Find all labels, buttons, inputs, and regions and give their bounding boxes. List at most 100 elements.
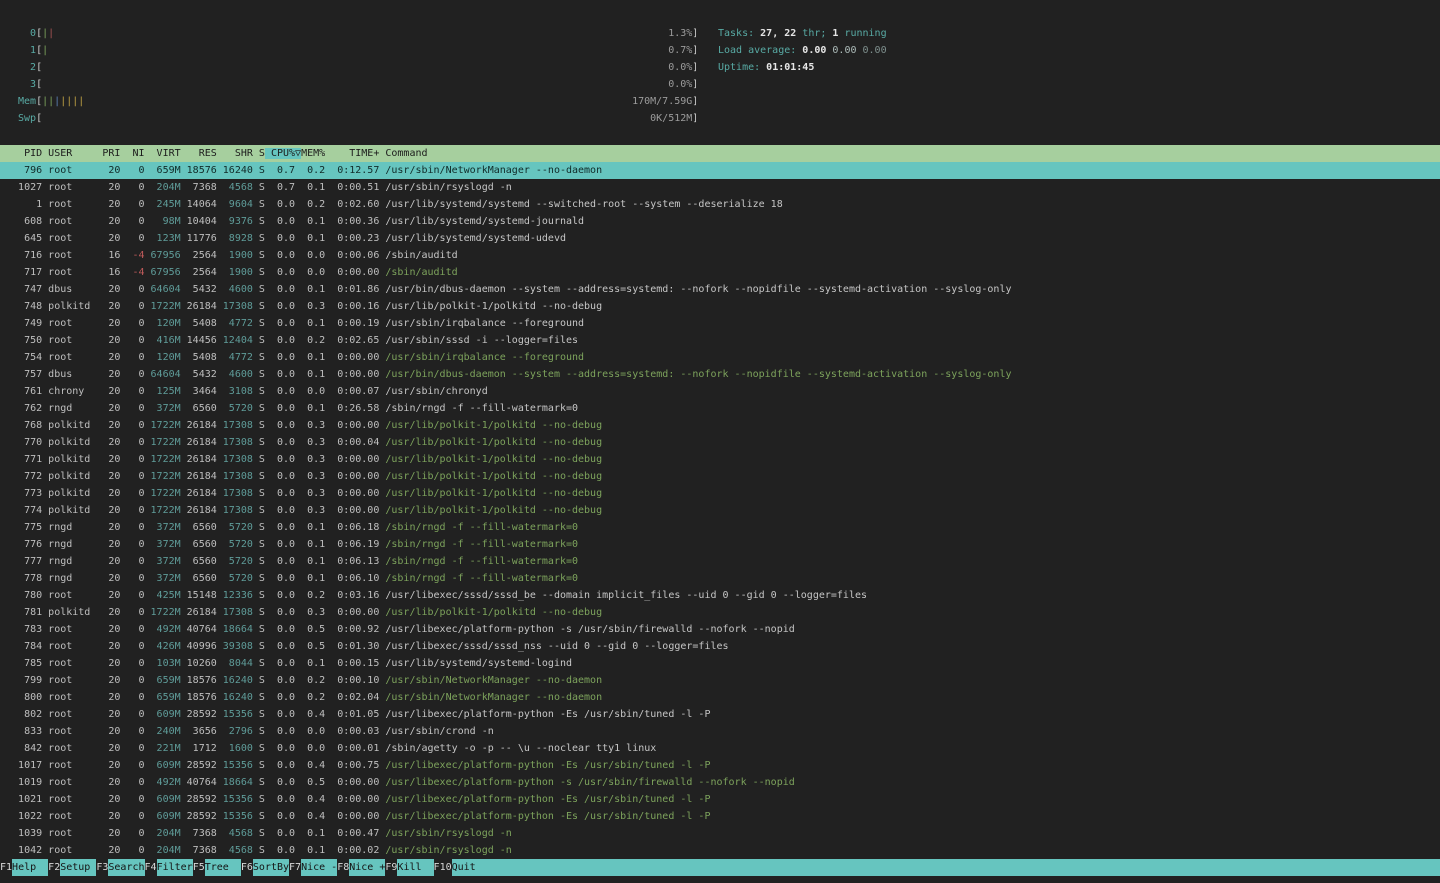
cell-user: root xyxy=(48,352,102,363)
process-row-1017[interactable]: 1017 root 20 0 609M 28592 15356 S 0.0 0.… xyxy=(0,757,1440,774)
process-row-645[interactable]: 645 root 20 0 123M 11776 8928 S 0.0 0.1 … xyxy=(0,230,1440,247)
process-row-754[interactable]: 754 root 20 0 120M 5408 4772 S 0.0 0.1 0… xyxy=(0,349,1440,366)
cell-user: root xyxy=(48,182,102,193)
process-row-1019[interactable]: 1019 root 20 0 492M 40764 18664 S 0.0 0.… xyxy=(0,774,1440,791)
cell-time: 0:00.51 xyxy=(325,182,379,193)
fnkey-f2-setup[interactable]: F2Setup xyxy=(48,859,96,876)
process-row-716[interactable]: 716 root 16 -4 67956 2564 1900 S 0.0 0.0… xyxy=(0,247,1440,264)
process-row-748[interactable]: 748 polkitd 20 0 1722M 26184 17308 S 0.0… xyxy=(0,298,1440,315)
cell-time: 0:00.03 xyxy=(325,726,379,737)
process-row-777[interactable]: 777 rngd 20 0 372M 6560 5720 S 0.0 0.1 0… xyxy=(0,553,1440,570)
process-row-1[interactable]: 1 root 20 0 245M 14064 9604 S 0.0 0.2 0:… xyxy=(0,196,1440,213)
process-row-608[interactable]: 608 root 20 0 98M 10404 9376 S 0.0 0.1 0… xyxy=(0,213,1440,230)
cell-time: 0:00.92 xyxy=(325,624,379,635)
process-row-1022[interactable]: 1022 root 20 0 609M 28592 15356 S 0.0 0.… xyxy=(0,808,1440,825)
process-row-771[interactable]: 771 polkitd 20 0 1722M 26184 17308 S 0.0… xyxy=(0,451,1440,468)
cell-cpu: 0.0 xyxy=(265,471,295,482)
cell-pid: 800 xyxy=(0,692,48,703)
process-row-717[interactable]: 717 root 16 -4 67956 2564 1900 S 0.0 0.0… xyxy=(0,264,1440,281)
fnkey-f4-filter[interactable]: F4Filter xyxy=(145,859,193,876)
cell-virt: 64604 xyxy=(145,369,181,380)
fnkey-f5-tree[interactable]: F5Tree xyxy=(193,859,241,876)
cell-shr: 39308 xyxy=(217,641,253,652)
cell-mem: 0.3 xyxy=(295,454,325,465)
cell-time: 0:00.15 xyxy=(325,658,379,669)
process-row-773[interactable]: 773 polkitd 20 0 1722M 26184 17308 S 0.0… xyxy=(0,485,1440,502)
column-header-pri[interactable]: PRI xyxy=(102,148,120,159)
process-row-747[interactable]: 747 dbus 20 0 64604 5432 4600 S 0.0 0.1 … xyxy=(0,281,1440,298)
cell-ni: 0 xyxy=(120,539,144,550)
cell-state: S xyxy=(253,794,265,805)
process-row-1021[interactable]: 1021 root 20 0 609M 28592 15356 S 0.0 0.… xyxy=(0,791,1440,808)
cell-time: 0:00.19 xyxy=(325,318,379,329)
column-header-mem[interactable]: MEM% xyxy=(301,148,325,159)
cpu-meter-2: 2[0.0%] xyxy=(18,59,698,76)
cell-user: root xyxy=(48,828,102,839)
column-header-shr[interactable]: SHR xyxy=(217,148,253,159)
process-row-783[interactable]: 783 root 20 0 492M 40764 18664 S 0.0 0.5… xyxy=(0,621,1440,638)
column-header-pid[interactable]: PID xyxy=(0,148,48,159)
process-row-778[interactable]: 778 rngd 20 0 372M 6560 5720 S 0.0 0.1 0… xyxy=(0,570,1440,587)
cell-cpu: 0.0 xyxy=(265,641,295,652)
cell-pid: 1 xyxy=(0,199,48,210)
fnkey-f3-search[interactable]: F3Search xyxy=(96,859,144,876)
process-row-833[interactable]: 833 root 20 0 240M 3656 2796 S 0.0 0.0 0… xyxy=(0,723,1440,740)
process-row-784[interactable]: 784 root 20 0 426M 40996 39308 S 0.0 0.5… xyxy=(0,638,1440,655)
column-header-user[interactable]: USER xyxy=(48,148,102,159)
process-row-1039[interactable]: 1039 root 20 0 204M 7368 4568 S 0.0 0.1 … xyxy=(0,825,1440,842)
process-row-770[interactable]: 770 polkitd 20 0 1722M 26184 17308 S 0.0… xyxy=(0,434,1440,451)
fnkey-f7-nice[interactable]: F7Nice - xyxy=(289,859,337,876)
cell-ni: 0 xyxy=(120,607,144,618)
cell-res: 26184 xyxy=(181,488,217,499)
column-header-command[interactable]: Command xyxy=(379,148,427,159)
cell-cpu: 0.0 xyxy=(265,352,295,363)
column-header-ni[interactable]: NI xyxy=(120,148,144,159)
htop-screen: 0[||1.3%] 1[|0.7%] 2[0.0%] 3[0.0%]Mem[||… xyxy=(0,0,1440,883)
fnkey-f10-quit[interactable]: F10Quit xyxy=(434,859,1440,876)
column-header-cpu-sorted[interactable]: CPU%▽ xyxy=(265,148,301,159)
cell-res: 26184 xyxy=(181,454,217,465)
column-header-time[interactable]: TIME+ xyxy=(325,148,379,159)
process-row-799[interactable]: 799 root 20 0 659M 18576 16240 S 0.0 0.2… xyxy=(0,672,1440,689)
cell-command: /usr/lib/polkit-1/polkitd --no-debug xyxy=(379,454,602,465)
column-header-virt[interactable]: VIRT xyxy=(145,148,181,159)
fnkey-f6-sortby[interactable]: F6SortBy xyxy=(241,859,289,876)
process-row-761[interactable]: 761 chrony 20 0 125M 3464 3108 S 0.0 0.0… xyxy=(0,383,1440,400)
process-row-762[interactable]: 762 rngd 20 0 372M 6560 5720 S 0.0 0.1 0… xyxy=(0,400,1440,417)
cell-user: polkitd xyxy=(48,437,102,448)
process-row-800[interactable]: 800 root 20 0 659M 18576 16240 S 0.0 0.2… xyxy=(0,689,1440,706)
process-row-781[interactable]: 781 polkitd 20 0 1722M 26184 17308 S 0.0… xyxy=(0,604,1440,621)
cpu-meter-0-label: 0 xyxy=(18,28,36,39)
process-row-749[interactable]: 749 root 20 0 120M 5408 4772 S 0.0 0.1 0… xyxy=(0,315,1440,332)
cell-pri: 20 xyxy=(102,760,120,771)
cell-user: root xyxy=(48,318,102,329)
cell-user: root xyxy=(48,675,102,686)
column-header-res[interactable]: RES xyxy=(181,148,217,159)
process-row-772[interactable]: 772 polkitd 20 0 1722M 26184 17308 S 0.0… xyxy=(0,468,1440,485)
fnkey-f9-kill[interactable]: F9Kill xyxy=(385,859,433,876)
process-row-1042[interactable]: 1042 root 20 0 204M 7368 4568 S 0.0 0.1 … xyxy=(0,842,1440,859)
process-row-757[interactable]: 757 dbus 20 0 64604 5432 4600 S 0.0 0.1 … xyxy=(0,366,1440,383)
process-row-775[interactable]: 775 rngd 20 0 372M 6560 5720 S 0.0 0.1 0… xyxy=(0,519,1440,536)
column-header-state[interactable]: S xyxy=(253,148,265,159)
process-row-802[interactable]: 802 root 20 0 609M 28592 15356 S 0.0 0.4… xyxy=(0,706,1440,723)
cell-pri: 20 xyxy=(102,828,120,839)
fnkey-f8-nice[interactable]: F8Nice + xyxy=(337,859,385,876)
process-row-796[interactable]: 796 root 20 0 659M 18576 16240 S 0.7 0.2… xyxy=(0,162,1440,179)
tasks-summary-segment: 27, 22 xyxy=(760,28,796,39)
process-row-1027[interactable]: 1027 root 20 0 204M 7368 4568 S 0.7 0.1 … xyxy=(0,179,1440,196)
cell-ni: 0 xyxy=(120,420,144,431)
process-row-785[interactable]: 785 root 20 0 103M 10260 8044 S 0.0 0.1 … xyxy=(0,655,1440,672)
process-row-750[interactable]: 750 root 20 0 416M 14456 12404 S 0.0 0.2… xyxy=(0,332,1440,349)
process-row-842[interactable]: 842 root 20 0 221M 1712 1600 S 0.0 0.0 0… xyxy=(0,740,1440,757)
cell-user: rngd xyxy=(48,573,102,584)
process-row-776[interactable]: 776 rngd 20 0 372M 6560 5720 S 0.0 0.1 0… xyxy=(0,536,1440,553)
process-row-780[interactable]: 780 root 20 0 425M 15148 12336 S 0.0 0.2… xyxy=(0,587,1440,604)
cell-ni: 0 xyxy=(120,675,144,686)
cell-mem: 0.5 xyxy=(295,624,325,635)
process-row-768[interactable]: 768 polkitd 20 0 1722M 26184 17308 S 0.0… xyxy=(0,417,1440,434)
cell-res: 15148 xyxy=(181,590,217,601)
cell-time: 0:00.00 xyxy=(325,267,379,278)
process-row-774[interactable]: 774 polkitd 20 0 1722M 26184 17308 S 0.0… xyxy=(0,502,1440,519)
fnkey-f1-help[interactable]: F1Help xyxy=(0,859,48,876)
